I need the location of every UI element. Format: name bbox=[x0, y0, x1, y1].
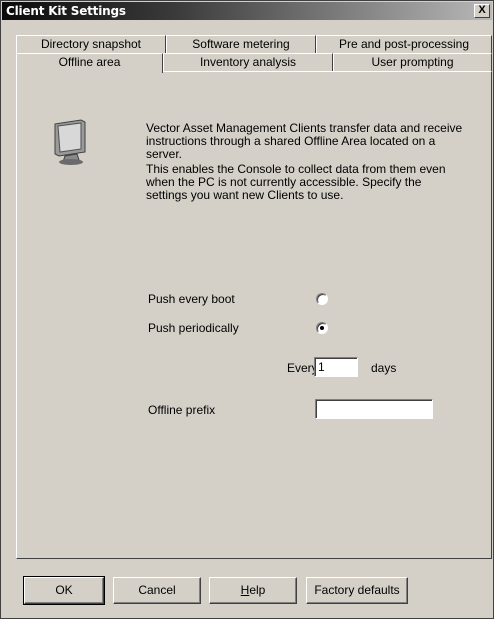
radio-selected-dot bbox=[320, 326, 324, 330]
window-title: Client Kit Settings bbox=[6, 4, 126, 18]
tab-directory-snapshot[interactable]: Directory snapshot bbox=[16, 35, 166, 54]
tab-label: Software metering bbox=[192, 37, 290, 51]
ok-button[interactable]: OK bbox=[23, 576, 105, 605]
tab-pre-post-processing[interactable]: Pre and post-processing bbox=[316, 35, 492, 54]
title-bar[interactable]: Client Kit Settings X bbox=[2, 2, 492, 20]
factory-defaults-button[interactable]: Factory defaults bbox=[306, 577, 408, 604]
offline-area-panel: Vector Asset Management Clients transfer… bbox=[16, 71, 492, 559]
offline-prefix-label: Offline prefix bbox=[148, 403, 216, 417]
tab-label: Pre and post-processing bbox=[338, 37, 470, 51]
cancel-button[interactable]: Cancel bbox=[113, 577, 201, 604]
push-periodically-label: Push periodically bbox=[148, 321, 239, 335]
tab-inventory-analysis[interactable]: Inventory analysis bbox=[163, 53, 333, 72]
tab-label: Directory snapshot bbox=[40, 37, 142, 51]
every-days-input[interactable] bbox=[314, 357, 358, 377]
tab-software-metering[interactable]: Software metering bbox=[166, 35, 316, 54]
monitor-icon bbox=[54, 119, 86, 165]
help-button[interactable]: Help bbox=[209, 577, 297, 604]
close-button[interactable]: X bbox=[474, 4, 490, 18]
description-paragraph-1: Vector Asset Management Clients transfer… bbox=[146, 121, 463, 161]
offline-prefix-input[interactable] bbox=[315, 399, 433, 419]
days-label: days bbox=[371, 361, 397, 375]
close-icon: X bbox=[478, 4, 486, 16]
client-kit-settings-window: Client Kit Settings X Directory snapshot… bbox=[0, 0, 494, 619]
help-label-rest: elp bbox=[249, 583, 266, 597]
tab-label: Inventory analysis bbox=[199, 55, 297, 69]
push-every-boot-radio[interactable] bbox=[316, 293, 328, 305]
tab-user-prompting[interactable]: User prompting bbox=[333, 53, 492, 72]
description-paragraph-2: This enables the Console to collect data… bbox=[146, 162, 446, 202]
tab-label: User prompting bbox=[371, 55, 454, 69]
tab-label: Offline area bbox=[58, 55, 121, 69]
tab-offline-area[interactable]: Offline area bbox=[16, 53, 163, 73]
push-periodically-radio[interactable] bbox=[316, 322, 328, 334]
push-every-boot-label: Push every boot bbox=[148, 292, 235, 306]
